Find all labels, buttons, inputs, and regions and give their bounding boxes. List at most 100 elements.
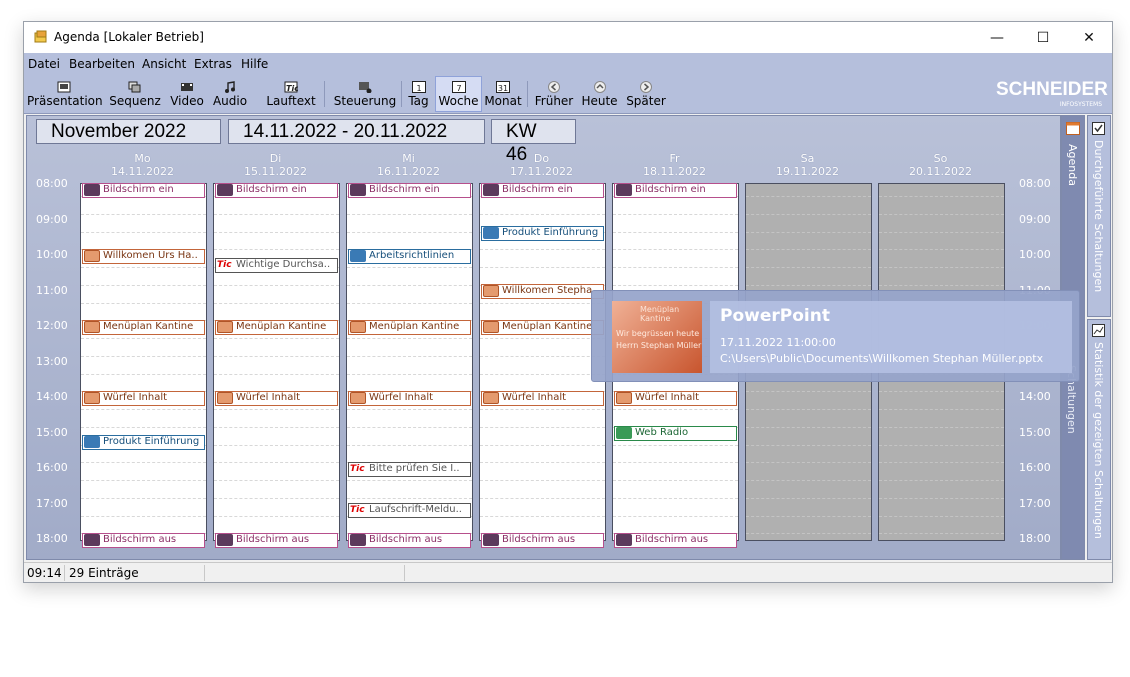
close-button[interactable]: ✕ [1066,22,1112,53]
toolbar-button-label: Später [626,94,666,108]
agenda-event-ppt[interactable]: Menüplan Kantine [481,319,604,335]
agenda-event-tick[interactable]: Tic Bitte prüfen Sie I.. [348,461,471,477]
video-icon [483,226,499,239]
status-entry-count: 29 Einträge [69,566,139,580]
agenda-event-ppt[interactable]: Menüplan Kantine [348,319,471,335]
earlier-icon [548,81,560,93]
event-tooltip: Wir begrüssen heute Herrn Stephan Müller… [591,290,1080,382]
video-icon [84,436,100,449]
agenda-event-video[interactable]: Produkt Einführung [82,435,205,451]
agenda-event-screen[interactable]: Bildschirm aus [348,532,471,548]
toolbar-button-woche[interactable]: 7 Woche [435,76,482,112]
day-date: 15.11.2022 [244,165,307,178]
event-label: Bildschirm aus [502,533,576,545]
toolbar-button-audio[interactable]: Audio [211,77,249,111]
event-label: Wichtige Durchsa.. [236,258,331,270]
toolbar-button-monat[interactable]: 31 Monat [484,77,522,111]
calendar-week-display: KW 46 [491,119,576,165]
thumb-line-2: Herrn Stephan Müller [616,341,702,350]
toolbar-button-präsentation[interactable]: Präsentation [27,77,103,111]
agenda-event-ppt[interactable]: Würfel Inhalt [348,390,471,406]
toolbar-button-label: Sequenz [109,94,161,108]
status-bar: 09:14 29 Einträge [24,562,1112,582]
agenda-event-ppt[interactable]: Willkomen Urs Ha.. [82,248,205,264]
agenda-event-audio[interactable]: Web Radio [614,426,737,442]
agenda-event-screen[interactable]: Bildschirm ein [215,183,338,198]
agenda-event-ppt[interactable]: Würfel Inhalt [614,390,737,406]
agenda-event-screen[interactable]: Bildschirm aus [481,532,604,548]
agenda-event-screen[interactable]: Bildschirm aus [82,532,205,548]
menu-ansicht[interactable]: Ansicht [142,57,186,71]
day-header[interactable]: Do 17.11.2022 [479,152,604,178]
ticker-icon: Tic [217,258,233,271]
menu-extras[interactable]: Extras [194,57,232,71]
agenda-event-tick[interactable]: Tic Laufschrift-Meldu.. [348,502,471,518]
time-label-right: 10:00 [1019,248,1051,261]
event-label: Produkt Einführung [502,226,599,238]
powerpoint-icon [217,391,233,404]
day-header[interactable]: So 20.11.2022 [878,152,1003,178]
event-label: Laufschrift-Meldu.. [369,503,462,515]
event-label: Bildschirm ein [369,184,440,195]
agenda-event-screen[interactable]: Bildschirm ein [348,183,471,198]
day-column[interactable] [213,183,340,541]
toolbar-button-heute[interactable]: Heute [580,77,619,111]
agenda-event-ppt[interactable]: Willkomen Stepha [481,284,604,300]
time-label-left: 10:00 [36,248,68,261]
agenda-event-screen[interactable]: Bildschirm aus [215,532,338,548]
time-label-right: 17:00 [1019,496,1051,510]
agenda-event-ppt[interactable]: Würfel Inhalt [481,390,604,406]
agenda-event-ppt[interactable]: Würfel Inhalt [82,390,205,406]
powerpoint-icon [483,285,499,298]
monitor-icon [350,184,366,196]
tab-statistics[interactable]: Statistik der gezeigten Schaltungen [1087,319,1111,560]
agenda-event-video[interactable]: Arbeitsrichtlinien [348,248,471,264]
maximize-button[interactable]: ☐ [1020,22,1066,53]
event-label: Bildschirm aus [635,533,709,545]
agenda-event-ppt[interactable]: Würfel Inhalt [215,390,338,406]
day-header[interactable]: Di 15.11.2022 [213,152,338,178]
day-column[interactable] [80,183,207,541]
time-label-left: 17:00 [36,496,68,510]
tab-executed[interactable]: Durchgeführte Schaltungen [1087,115,1111,317]
day-name: Di [269,152,282,165]
day-date: 16.11.2022 [377,165,440,178]
menu-datei[interactable]: Datei [28,57,60,71]
menu-bearbeiten[interactable]: Bearbeiten [69,57,135,71]
agenda-event-screen[interactable]: Bildschirm ein [82,183,205,198]
day-header[interactable]: Sa 19.11.2022 [745,152,870,178]
menu-hilfe[interactable]: Hilfe [241,57,268,71]
agenda-event-video[interactable]: Produkt Einführung [481,225,604,241]
monitor-icon [84,184,100,196]
day-name: Mo [134,152,151,165]
powerpoint-icon [350,320,366,333]
day-header[interactable]: Mo 14.11.2022 [80,152,205,178]
time-label-right: 14:00 [1019,390,1051,403]
agenda-event-screen[interactable]: Bildschirm ein [614,183,737,198]
toolbar-button-sequenz[interactable]: Sequenz [109,77,161,111]
agenda-event-ppt[interactable]: Menüplan Kantine [82,319,205,335]
minimize-button[interactable]: — [974,22,1020,53]
agenda-event-tick[interactable]: Tic Wichtige Durchsa.. [215,257,338,273]
toolbar-button-früher[interactable]: Früher [532,77,576,111]
event-label: Bitte prüfen Sie I.. [369,462,460,474]
statistics-icon [1092,324,1105,337]
toolbar-button-tag[interactable]: 1 Tag [405,77,432,111]
toolbar-button-lauftext[interactable]: Tic Lauftext [264,77,318,111]
audio-icon [616,427,632,440]
agenda-event-ppt[interactable]: Menüplan Kantine [215,319,338,335]
monitor-icon [217,533,233,546]
day-header[interactable]: Fr 18.11.2022 [612,152,737,178]
toolbar-button-label: Video [170,94,204,108]
day-header[interactable]: Mi 16.11.2022 [346,152,471,178]
event-label: Willkomen Urs Ha.. [103,249,198,261]
toolbar-button-steuerung[interactable]: Steuerung [333,77,397,111]
agenda-event-screen[interactable]: Bildschirm aus [614,532,737,548]
event-label: Würfel Inhalt [502,391,567,403]
toolbar-button-später[interactable]: Später [624,77,668,111]
toolbar-button-video[interactable]: Video [169,77,205,111]
day-column[interactable] [346,183,473,541]
agenda-event-screen[interactable]: Bildschirm ein [481,183,604,198]
svg-text:31: 31 [498,84,508,93]
powerpoint-icon [483,320,499,333]
